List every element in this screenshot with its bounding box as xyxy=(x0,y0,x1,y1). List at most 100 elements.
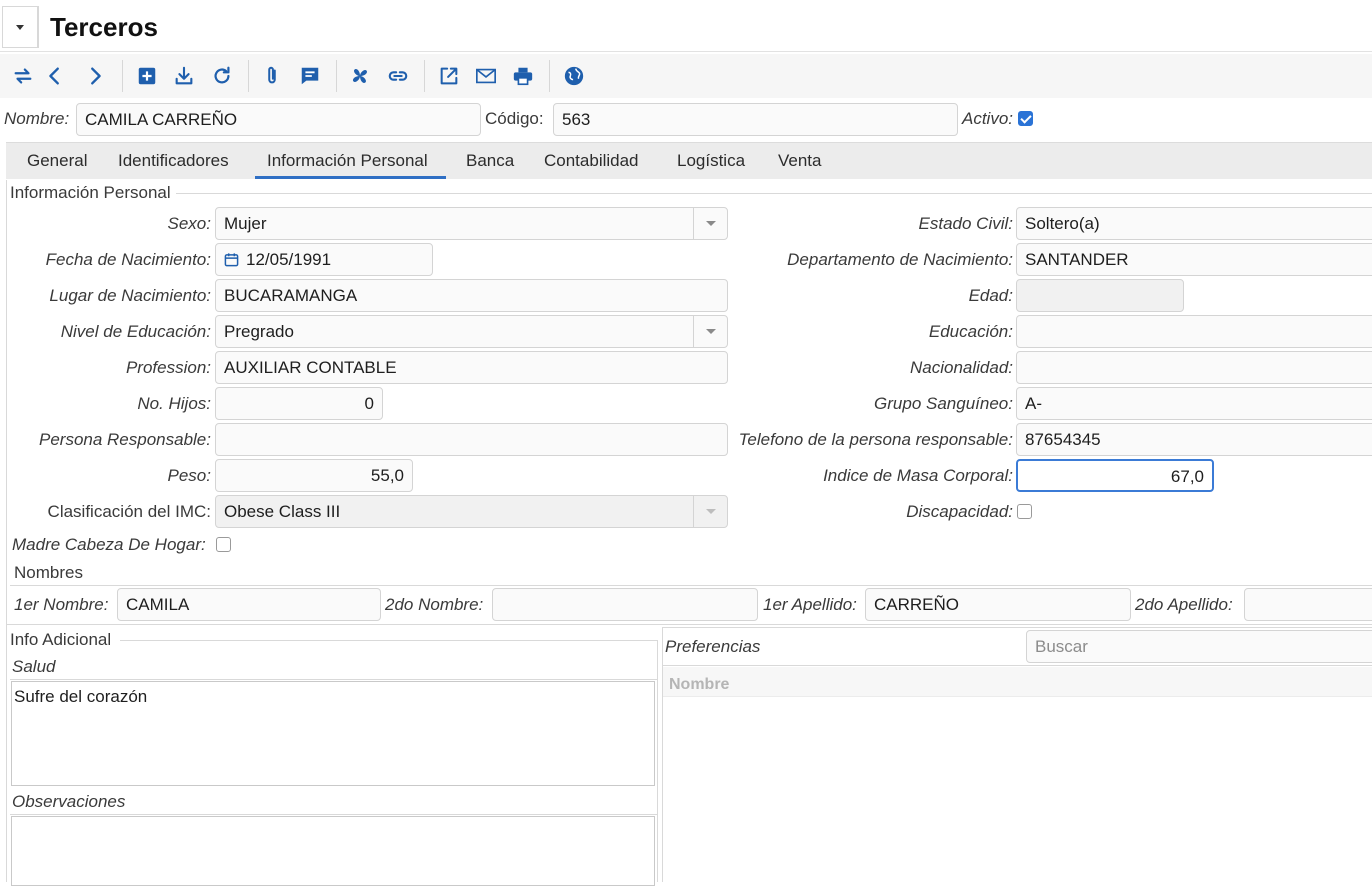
window-title: Terceros xyxy=(50,12,158,42)
link-icon[interactable] xyxy=(385,64,411,88)
imc-clasificacion-value: Obese Class III xyxy=(224,502,341,521)
peso-field[interactable]: 55,0 xyxy=(215,459,413,492)
code-field[interactable]: 563 xyxy=(553,103,958,136)
estado-civil-label: Estado Civil: xyxy=(918,214,1013,233)
group-border xyxy=(176,193,1372,194)
hijos-field[interactable]: 0 xyxy=(215,387,383,420)
notes-icon[interactable] xyxy=(297,64,323,88)
refresh-icon[interactable] xyxy=(209,64,235,88)
arrow-right-icon[interactable] xyxy=(82,64,108,88)
chevron-down-icon[interactable] xyxy=(693,496,727,527)
estado-civil-select[interactable]: Soltero(a) xyxy=(1016,207,1372,240)
active-tab-indicator xyxy=(255,176,446,179)
arrow-left-icon[interactable] xyxy=(42,64,68,88)
telefono-responsable-label: Telefono de la persona responsable: xyxy=(738,430,1013,449)
open-external-icon[interactable] xyxy=(436,64,462,88)
caret-down-icon xyxy=(16,24,24,30)
segundo-nombre-field[interactable] xyxy=(492,588,758,621)
profession-label: Profession: xyxy=(125,358,211,377)
sexo-select[interactable]: Mujer xyxy=(215,207,728,240)
toolbar-separator xyxy=(424,60,425,92)
name-label: Nombre: xyxy=(4,109,70,128)
educacion-label: Educación: xyxy=(928,322,1013,341)
tab-contabilidad[interactable]: Contabilidad xyxy=(544,151,639,171)
sexo-label: Sexo: xyxy=(167,214,211,233)
print-icon[interactable] xyxy=(510,64,536,88)
fecha-field[interactable]: 12/05/1991 xyxy=(215,243,433,276)
segundo-nombre-label: 2do Nombre: xyxy=(385,595,484,614)
discapacidad-checkbox[interactable] xyxy=(1017,504,1032,519)
responsable-field[interactable] xyxy=(215,423,728,456)
active-checkbox[interactable] xyxy=(1018,111,1033,126)
grupo-sanguineo-field[interactable]: A- xyxy=(1016,387,1372,420)
fecha-value: 12/05/1991 xyxy=(246,250,332,269)
madre-checkbox[interactable] xyxy=(216,537,231,552)
download-icon[interactable] xyxy=(171,64,197,88)
tab-general[interactable]: General xyxy=(27,151,87,171)
group-border xyxy=(10,585,1372,586)
title-bar: Terceros xyxy=(0,0,1372,52)
nacionalidad-field[interactable] xyxy=(1016,351,1372,384)
chevron-down-icon[interactable] xyxy=(693,316,727,347)
group-border xyxy=(120,640,657,641)
educacion-field[interactable] xyxy=(1016,315,1372,348)
lugar-label: Lugar de Nacimiento: xyxy=(49,286,211,305)
add-icon[interactable] xyxy=(134,64,160,88)
workflow-icon[interactable] xyxy=(347,64,373,88)
madre-label: Madre Cabeza De Hogar: xyxy=(12,535,206,554)
primer-apellido-label: 1er Apellido: xyxy=(763,595,857,614)
active-label: Activo: xyxy=(962,109,1014,128)
nivel-select[interactable]: Pregrado xyxy=(215,315,728,348)
title-separator xyxy=(38,6,39,48)
preferencias-label: Preferencias xyxy=(665,637,761,656)
toolbar xyxy=(0,54,1372,98)
telefono-responsable-field[interactable]: 87654345 xyxy=(1016,423,1372,456)
group-border xyxy=(657,640,658,882)
preferencias-search-input[interactable]: Buscar xyxy=(1026,630,1372,663)
toolbar-separator xyxy=(549,60,550,92)
switch-icon[interactable] xyxy=(10,64,36,88)
chevron-down-icon[interactable] xyxy=(693,208,727,239)
tab-logistica[interactable]: Logística xyxy=(677,151,745,171)
lugar-field[interactable]: BUCARAMANGA xyxy=(215,279,728,312)
nacionalidad-label: Nacionalidad: xyxy=(909,358,1013,377)
primer-nombre-field[interactable]: CAMILA xyxy=(117,588,381,621)
profession-field[interactable]: AUXILIAR CONTABLE xyxy=(215,351,728,384)
divider xyxy=(10,679,657,680)
primer-nombre-label: 1er Nombre: xyxy=(14,595,109,614)
segundo-apellido-field[interactable] xyxy=(1244,588,1372,621)
calendar-icon[interactable] xyxy=(224,252,239,267)
salud-textarea[interactable]: Sufre del corazón xyxy=(11,681,655,786)
imc-clasificacion-select[interactable]: Obese Class III xyxy=(215,495,728,528)
toolbar-separator xyxy=(248,60,249,92)
segundo-apellido-label: 2do Apellido: xyxy=(1135,595,1233,614)
primer-apellido-field[interactable]: CARREÑO xyxy=(865,588,1131,621)
name-field[interactable]: CAMILA CARREÑO xyxy=(76,103,481,136)
departamento-label: Departamento de Nacimiento: xyxy=(787,250,1013,269)
observaciones-label: Observaciones xyxy=(12,792,126,811)
mail-icon[interactable] xyxy=(473,64,499,88)
divider xyxy=(10,814,657,815)
globe-icon[interactable] xyxy=(561,64,587,88)
nivel-label: Nivel de Educación: xyxy=(60,322,211,341)
edad-field xyxy=(1016,279,1184,312)
group-border xyxy=(662,627,1372,628)
peso-label: Peso: xyxy=(167,466,211,485)
tab-banca[interactable]: Banca xyxy=(466,151,514,171)
observaciones-textarea[interactable] xyxy=(11,816,655,886)
imc-field[interactable]: 67,0 xyxy=(1016,459,1214,492)
responsable-label: Persona Responsable: xyxy=(38,430,211,449)
tab-venta[interactable]: Venta xyxy=(778,151,822,171)
attachment-icon[interactable] xyxy=(259,64,285,88)
tab-bar: General Identificadores Información Pers… xyxy=(6,142,1372,179)
imc-clasificacion-label: Clasificación del IMC: xyxy=(47,502,211,521)
tab-identificadores[interactable]: Identificadores xyxy=(118,151,229,171)
nombres-group-title: Nombres xyxy=(14,563,83,582)
window-menu-dropdown[interactable] xyxy=(2,6,38,48)
tab-informacion-personal[interactable]: Información Personal xyxy=(267,151,428,171)
sexo-value: Mujer xyxy=(224,214,267,233)
personal-group-title: Información Personal xyxy=(10,183,173,203)
edad-label: Edad: xyxy=(968,286,1013,305)
departamento-field[interactable]: SANTANDER xyxy=(1016,243,1372,276)
column-header-nombre[interactable]: Nombre xyxy=(669,676,729,694)
